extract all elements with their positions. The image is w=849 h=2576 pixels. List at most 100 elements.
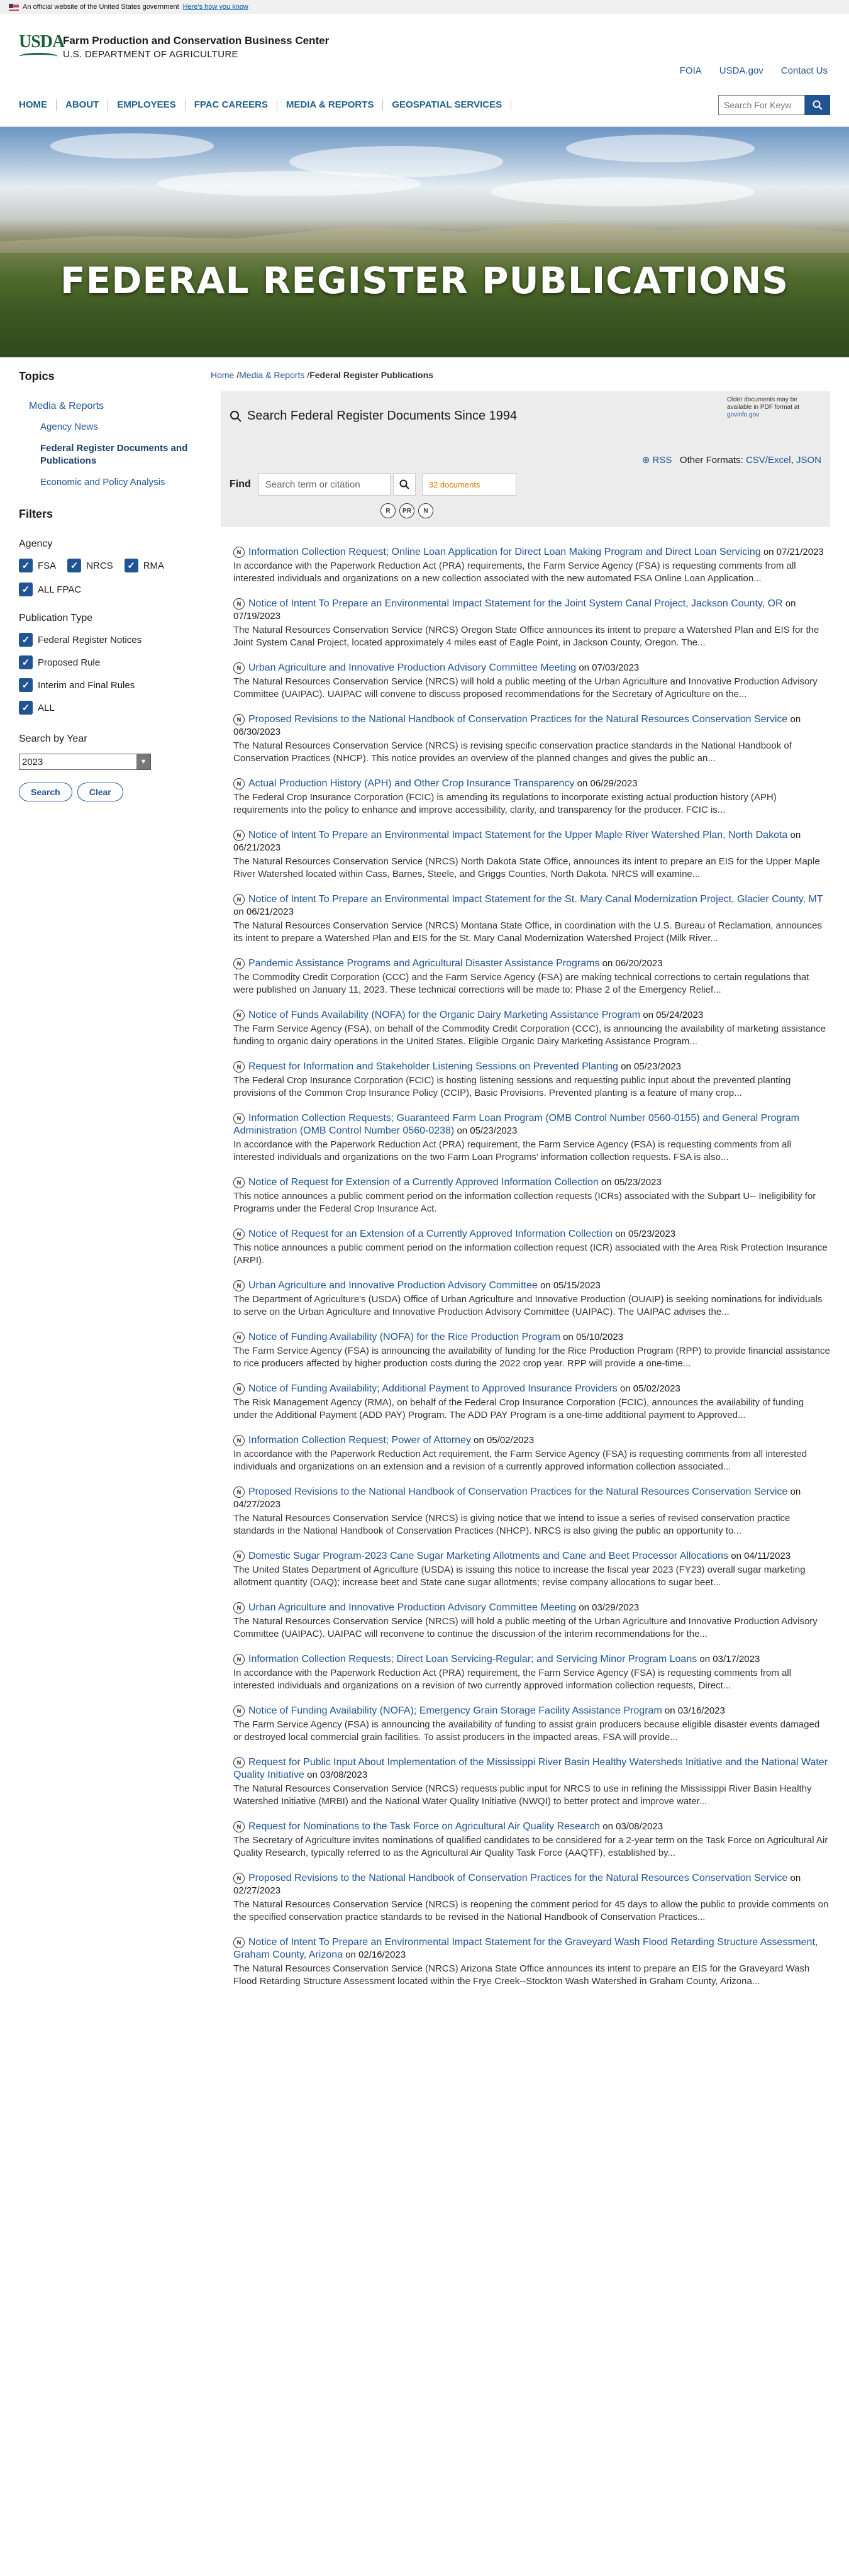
document-title-link[interactable]: Information Collection Request; Power of… (248, 1435, 471, 1446)
document-description: The Natural Resources Conservation Servi… (233, 625, 819, 648)
contact-us-link[interactable]: Contact Us (781, 65, 828, 76)
rss-link[interactable]: RSS (653, 455, 672, 466)
csv-excel-link[interactable]: CSV/Excel (746, 455, 791, 466)
nav-geospatial-services[interactable]: GEOSPATIAL SERVICES (383, 99, 512, 111)
document-date: on 06/29/2023 (577, 778, 638, 789)
site-search-input[interactable] (718, 95, 805, 115)
document-date: on 05/10/2023 (563, 1332, 624, 1342)
utility-links: FOIA USDA.gov Contact Us (680, 65, 828, 76)
document-type-legend: R PR N (380, 503, 433, 518)
nav-home[interactable]: HOME (19, 99, 57, 111)
document-title-link[interactable]: Proposed Revisions to the National Handb… (248, 1873, 787, 1883)
checkmark-icon: ✓ (19, 583, 33, 596)
chevron-down-icon: ▼ (136, 754, 150, 769)
document-date: on 05/23/2023 (601, 1177, 662, 1188)
document-description: The Secretary of Agriculture invites nom… (233, 1835, 828, 1858)
site-search-button[interactable] (805, 95, 830, 115)
pubtype-checkbox-all[interactable]: ✓ ALL (19, 701, 211, 715)
find-input[interactable]: Search term or citation (258, 473, 391, 496)
usda-gov-link[interactable]: USDA.gov (719, 65, 763, 76)
find-search-button[interactable] (392, 473, 416, 496)
proposed-rule-badge-icon[interactable]: PR (399, 503, 414, 518)
usda-swoosh-icon (19, 53, 58, 60)
notice-badge-icon[interactable]: N (418, 503, 433, 518)
nav-fpac-careers[interactable]: FPAC CAREERS (186, 99, 277, 111)
govinfo-link[interactable]: govinfo.gov (727, 411, 759, 418)
document-title-link[interactable]: Notice of Funding Availability (NOFA) fo… (248, 1332, 560, 1342)
breadcrumb-current: Federal Register Publications (309, 370, 434, 380)
nav-media-reports[interactable]: MEDIA & REPORTS (277, 99, 384, 111)
sidebar-item-media-reports[interactable]: Media & Reports (29, 401, 211, 412)
sidebar-item-federal-register[interactable]: Federal Register Documents and Publicati… (40, 442, 211, 467)
agency-checkbox-rma[interactable]: ✓ RMA (124, 559, 164, 572)
usda-logo[interactable]: USDA Farm Production and Conservation Bu… (19, 33, 329, 62)
document-description: The United States Department of Agricult… (233, 1564, 806, 1588)
breadcrumb-home[interactable]: Home (211, 370, 234, 380)
federal-register-search-panel: Older documents may be available in PDF … (221, 391, 830, 527)
document-title-link[interactable]: Proposed Revisions to the National Handb… (248, 1486, 787, 1497)
document-title-link[interactable]: Pandemic Assistance Programs and Agricul… (248, 958, 599, 969)
clear-button[interactable]: Clear (77, 783, 123, 801)
heres-how-link[interactable]: Here's how you know (183, 3, 248, 11)
sidebar-item-economic-analysis[interactable]: Economic and Policy Analysis (40, 476, 211, 489)
document-title-link[interactable]: Notice of Intent To Prepare an Environme… (248, 830, 787, 840)
pubtype-checkbox-notices[interactable]: ✓ Federal Register Notices (19, 633, 211, 647)
main-content: Home /Media & Reports /Federal Register … (211, 357, 830, 2000)
list-item: N Urban Agriculture and Innovative Produc… (233, 1602, 830, 1641)
document-description: The Federal Crop Insurance Corporation (… (233, 1075, 791, 1098)
list-item: N Proposed Revisions to the National Hand… (233, 1872, 830, 1924)
document-title-link[interactable]: Request for Information and Stakeholder … (248, 1061, 618, 1072)
document-title-link[interactable]: Notice of Request for an Extension of a … (248, 1229, 613, 1239)
document-title-link[interactable]: Notice of Intent To Prepare an Environme… (248, 894, 823, 905)
document-date: on 03/29/2023 (579, 1602, 640, 1613)
json-link[interactable]: JSON (796, 455, 821, 466)
notice-badge-icon: N (233, 1873, 245, 1885)
list-item: N Notice of Funds Availability (NOFA) for… (233, 1009, 830, 1048)
document-title-link[interactable]: Notice of Funds Availability (NOFA) for … (248, 1010, 640, 1020)
notice-badge-icon: N (233, 1177, 245, 1189)
document-description: The Natural Resources Conservation Servi… (233, 1783, 812, 1807)
agency-checkbox-fsa[interactable]: ✓ FSA (19, 559, 56, 572)
nav-about[interactable]: ABOUT (57, 99, 109, 111)
filters-heading: Filters (19, 508, 53, 520)
document-description: The Commodity Credit Corporation (CCC) a… (233, 972, 809, 995)
search-button[interactable]: Search (19, 783, 72, 801)
checkmark-icon: ✓ (19, 633, 33, 647)
pubtype-checkbox-proposed[interactable]: ✓ Proposed Rule (19, 655, 211, 669)
year-select[interactable]: 2023 ▼ (19, 754, 151, 770)
document-title-link[interactable]: Urban Agriculture and Innovative Product… (248, 662, 576, 673)
find-label: Find (230, 479, 251, 489)
notice-badge-icon: N (233, 1229, 245, 1241)
notice-badge-icon: N (233, 1602, 245, 1614)
nav-employees[interactable]: EMPLOYEES (108, 99, 186, 111)
document-title-link[interactable]: Proposed Revisions to the National Handb… (248, 714, 787, 725)
sidebar-item-agency-news[interactable]: Agency News (40, 421, 211, 433)
document-title-link[interactable]: Actual Production History (APH) and Othe… (248, 778, 574, 789)
document-title-link[interactable]: Notice of Intent To Prepare an Environme… (233, 1937, 818, 1960)
pubtype-checkbox-final[interactable]: ✓ Interim and Final Rules (19, 678, 211, 692)
document-title-link[interactable]: Notice of Intent To Prepare an Environme… (248, 598, 783, 609)
list-item: N Notice of Funding Availability (NOFA) f… (233, 1331, 830, 1370)
document-title-link[interactable]: Urban Agriculture and Innovative Product… (248, 1280, 538, 1291)
export-formats: ⊕ RSS Other Formats: CSV/Excel, JSON (641, 455, 821, 466)
document-date: on 05/15/2023 (540, 1280, 601, 1291)
document-title-link[interactable]: Urban Agriculture and Innovative Product… (248, 1602, 576, 1613)
document-title-link[interactable]: Information Collection Request; Online L… (248, 547, 761, 557)
document-title-link[interactable]: Information Collection Requests; Direct … (248, 1654, 697, 1664)
document-title-link[interactable]: Notice of Request for Extension of a Cur… (248, 1177, 599, 1188)
checkmark-icon: ✓ (19, 559, 33, 572)
document-title-link[interactable]: Domestic Sugar Program-2023 Cane Sugar M… (248, 1551, 728, 1561)
foia-link[interactable]: FOIA (680, 65, 702, 76)
list-item: N Notice of Funding Availability; Additio… (233, 1383, 830, 1422)
document-title-link[interactable]: Notice of Funding Availability; Addition… (248, 1383, 618, 1394)
document-title-link[interactable]: Notice of Funding Availability (NOFA); E… (248, 1705, 662, 1716)
document-title-link[interactable]: Request for Nominations to the Task Forc… (248, 1821, 600, 1832)
document-count: 32 documents (421, 473, 516, 496)
document-date: on 06/21/2023 (233, 906, 294, 917)
rule-badge-icon[interactable]: R (380, 503, 396, 518)
breadcrumb-media[interactable]: Media & Reports (239, 370, 304, 380)
agency-checkbox-nrcs[interactable]: ✓ NRCS (67, 559, 113, 572)
document-description: The Department of Agriculture's (USDA) O… (233, 1294, 823, 1317)
agency-checkbox-all-fpac[interactable]: ✓ ALL FPAC (19, 583, 81, 596)
document-date: on 03/17/2023 (699, 1654, 760, 1664)
